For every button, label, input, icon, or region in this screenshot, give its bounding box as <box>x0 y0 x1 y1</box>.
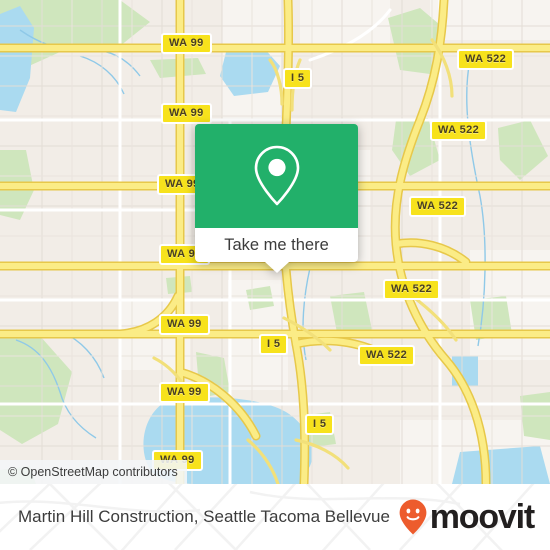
place-title: Martin Hill Construction, Seattle Tacoma… <box>18 507 390 526</box>
road-shield: WA 522 <box>409 196 467 217</box>
callout-icon-panel <box>195 124 358 228</box>
take-me-there-callout[interactable]: Take me there <box>195 124 358 273</box>
map-attribution[interactable]: © OpenStreetMap contributors <box>0 460 187 484</box>
road-shield: I 5 <box>259 334 289 355</box>
road-shield: WA 522 <box>430 120 488 141</box>
map-pin-icon <box>254 145 299 206</box>
road-shield: WA 522 <box>358 345 416 366</box>
road-shield: WA 99 <box>159 382 210 403</box>
callout-label: Take me there <box>224 236 329 254</box>
road-shield: I 5 <box>305 414 335 435</box>
callout-action-panel[interactable]: Take me there <box>195 228 358 273</box>
moovit-smiley-pin-icon <box>399 499 427 535</box>
road-shield: WA 99 <box>161 33 212 54</box>
road-shield: WA 99 <box>159 314 210 335</box>
road-shield: WA 522 <box>383 279 441 300</box>
footer-bar: Martin Hill Construction, Seattle Tacoma… <box>0 484 550 550</box>
road-shield: I 5 <box>283 68 313 89</box>
moovit-logo[interactable]: moovit <box>398 498 535 536</box>
road-shield: WA 522 <box>457 49 515 70</box>
map-share-card: WA 99 I 5 WA 522 WA 99 WA 522 WA 99 WA 5… <box>0 0 550 550</box>
road-shield: WA 99 <box>161 103 212 124</box>
moovit-wordmark: moovit <box>429 498 535 536</box>
callout-tail <box>264 262 289 273</box>
